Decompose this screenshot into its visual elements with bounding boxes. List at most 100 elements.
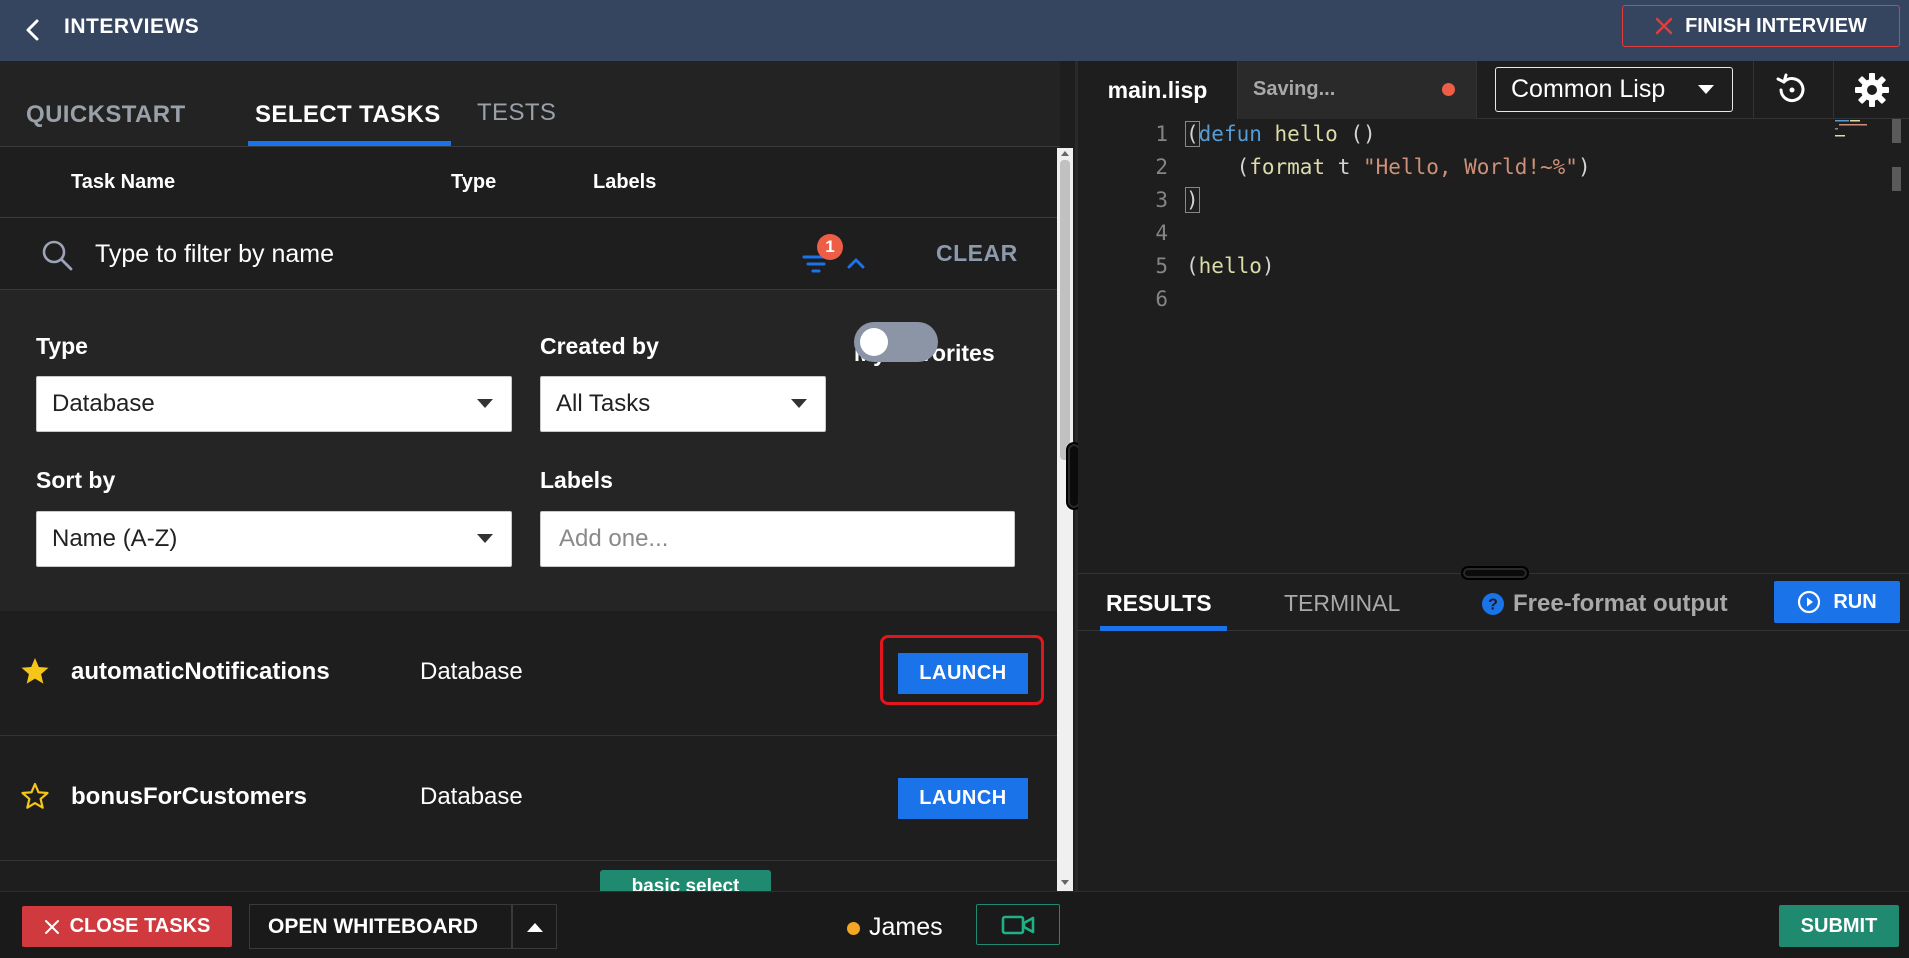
code-line: (defun hello () bbox=[1185, 121, 1376, 147]
unsaved-dot-icon bbox=[1442, 83, 1455, 96]
task-type: Database bbox=[420, 658, 523, 685]
type-select[interactable]: Database bbox=[36, 376, 512, 432]
editor-scroll-marker bbox=[1892, 167, 1901, 191]
filter-name-input[interactable] bbox=[95, 236, 715, 272]
svg-text:?: ? bbox=[1488, 597, 1498, 614]
settings-button[interactable] bbox=[1833, 61, 1909, 119]
tab-results[interactable]: RESULTS bbox=[1106, 590, 1212, 617]
page-title: INTERVIEWS bbox=[64, 15, 200, 38]
labels-filter-label: Labels bbox=[540, 467, 613, 493]
task-tabs: QUICKSTART SELECT TASKS TESTS bbox=[0, 61, 1060, 147]
close-tasks-button[interactable]: CLOSE TASKS bbox=[22, 906, 232, 947]
clear-filters-button[interactable]: CLEAR bbox=[936, 240, 1018, 267]
created-by-value: All Tasks bbox=[556, 390, 651, 417]
video-camera-icon bbox=[1001, 915, 1035, 934]
language-select[interactable]: Common Lisp bbox=[1495, 67, 1733, 112]
tab-tests[interactable]: TESTS bbox=[477, 99, 556, 127]
chevron-down-icon bbox=[1698, 85, 1714, 94]
caret-up-icon bbox=[526, 922, 543, 932]
save-status: Saving... bbox=[1238, 61, 1477, 119]
sort-by-select[interactable]: Name (A-Z) bbox=[36, 511, 512, 567]
scroll-up-icon[interactable] bbox=[1061, 151, 1069, 156]
filter-bar: 1 CLEAR bbox=[0, 218, 1057, 290]
code-line: ) bbox=[1185, 187, 1200, 213]
tasks-scrollbar-thumb[interactable] bbox=[1060, 160, 1070, 460]
label-tag[interactable]: basic select bbox=[600, 870, 771, 892]
horizontal-resize-handle[interactable] bbox=[1461, 566, 1529, 580]
editor-scroll-marker bbox=[1892, 119, 1901, 143]
video-call-button[interactable] bbox=[976, 904, 1060, 945]
toggle-knob bbox=[860, 328, 888, 356]
open-whiteboard-button[interactable]: OPEN WHITEBOARD bbox=[249, 904, 512, 949]
table-row[interactable]: bonusForCustomers Database LAUNCH bbox=[0, 736, 1057, 861]
scroll-down-icon[interactable] bbox=[1061, 880, 1069, 885]
column-header-labels[interactable]: Labels bbox=[593, 171, 656, 194]
sort-by-label: Sort by bbox=[36, 467, 116, 493]
language-value: Common Lisp bbox=[1511, 75, 1666, 103]
search-icon bbox=[42, 240, 73, 271]
close-icon bbox=[1655, 17, 1673, 35]
sort-by-value: Name (A-Z) bbox=[52, 525, 178, 552]
code-line: (format t "Hello, World!~%") bbox=[1186, 155, 1591, 179]
star-icon[interactable] bbox=[20, 656, 50, 686]
active-tab-indicator bbox=[248, 141, 451, 146]
code-editor[interactable]: 1 2 3 4 5 6 (defun hello () (format t "H… bbox=[1078, 119, 1909, 572]
back-button[interactable] bbox=[20, 16, 48, 44]
close-icon bbox=[44, 919, 59, 934]
chevron-down-icon bbox=[477, 399, 493, 408]
type-filter-label: Type bbox=[36, 333, 88, 359]
whiteboard-menu-button[interactable] bbox=[512, 904, 557, 949]
finish-interview-label: FINISH INTERVIEW bbox=[1685, 14, 1867, 37]
top-bar: INTERVIEWS FINISH INTERVIEW bbox=[0, 0, 1909, 61]
tasks-panel: QUICKSTART SELECT TASKS TESTS Task Name … bbox=[0, 61, 1060, 891]
submit-button[interactable]: SUBMIT bbox=[1779, 905, 1899, 947]
tab-select-tasks[interactable]: SELECT TASKS bbox=[255, 101, 441, 129]
chevron-left-icon bbox=[26, 19, 39, 41]
line-number: 3 bbox=[1155, 188, 1168, 212]
close-tasks-label: CLOSE TASKS bbox=[69, 915, 211, 937]
code-minimap[interactable] bbox=[1835, 119, 1891, 139]
gear-icon bbox=[1854, 73, 1889, 107]
chevron-down-icon bbox=[791, 399, 807, 408]
history-icon bbox=[1776, 73, 1804, 103]
results-toolbar: RESULTS TERMINAL ? Free-format output RU… bbox=[1078, 573, 1909, 631]
bottom-bar: CLOSE TASKS OPEN WHITEBOARD James SUBMIT bbox=[0, 891, 1909, 958]
run-button[interactable]: RUN bbox=[1774, 581, 1900, 623]
column-header-type[interactable]: Type bbox=[451, 171, 496, 194]
created-by-select[interactable]: All Tasks bbox=[540, 376, 826, 432]
launch-highlight bbox=[880, 635, 1044, 705]
line-number: 5 bbox=[1155, 254, 1168, 278]
column-header-task-name[interactable]: Task Name bbox=[71, 171, 175, 194]
line-number: 2 bbox=[1155, 155, 1168, 179]
created-by-label: Created by bbox=[540, 333, 659, 359]
history-button[interactable] bbox=[1753, 61, 1829, 119]
user-status-dot bbox=[847, 922, 860, 935]
free-format-label: Free-format output bbox=[1513, 590, 1728, 617]
launch-button[interactable]: LAUNCH bbox=[898, 778, 1028, 819]
chevron-up-icon bbox=[847, 258, 865, 269]
task-type: Database bbox=[420, 783, 523, 810]
filter-toggle-button[interactable]: 1 bbox=[800, 234, 870, 274]
file-tab[interactable]: main.lisp bbox=[1078, 61, 1238, 119]
save-status-text: Saving... bbox=[1253, 78, 1336, 100]
labels-input[interactable] bbox=[540, 511, 1015, 567]
tab-terminal[interactable]: TERMINAL bbox=[1284, 590, 1400, 617]
finish-interview-button[interactable]: FINISH INTERVIEW bbox=[1622, 5, 1900, 47]
line-number: 4 bbox=[1155, 221, 1168, 245]
editor-toolbar: main.lisp Saving... Common Lisp bbox=[1078, 61, 1909, 119]
task-table-header: Task Name Type Labels bbox=[0, 147, 1057, 218]
task-name: bonusForCustomers bbox=[71, 783, 308, 810]
free-format-output[interactable]: ? Free-format output bbox=[1481, 590, 1728, 618]
tab-quickstart[interactable]: QUICKSTART bbox=[26, 101, 186, 129]
play-icon bbox=[1798, 590, 1821, 614]
filter-count-badge: 1 bbox=[817, 234, 843, 260]
task-name: automaticNotifications bbox=[71, 658, 330, 685]
line-number: 6 bbox=[1155, 287, 1168, 311]
run-label: RUN bbox=[1833, 590, 1877, 613]
code-line: (hello) bbox=[1186, 254, 1275, 278]
star-icon[interactable] bbox=[20, 781, 50, 811]
user-name: James bbox=[869, 913, 943, 941]
my-favorites-toggle[interactable] bbox=[854, 322, 938, 362]
help-icon: ? bbox=[1482, 593, 1504, 615]
type-select-value: Database bbox=[52, 390, 155, 417]
